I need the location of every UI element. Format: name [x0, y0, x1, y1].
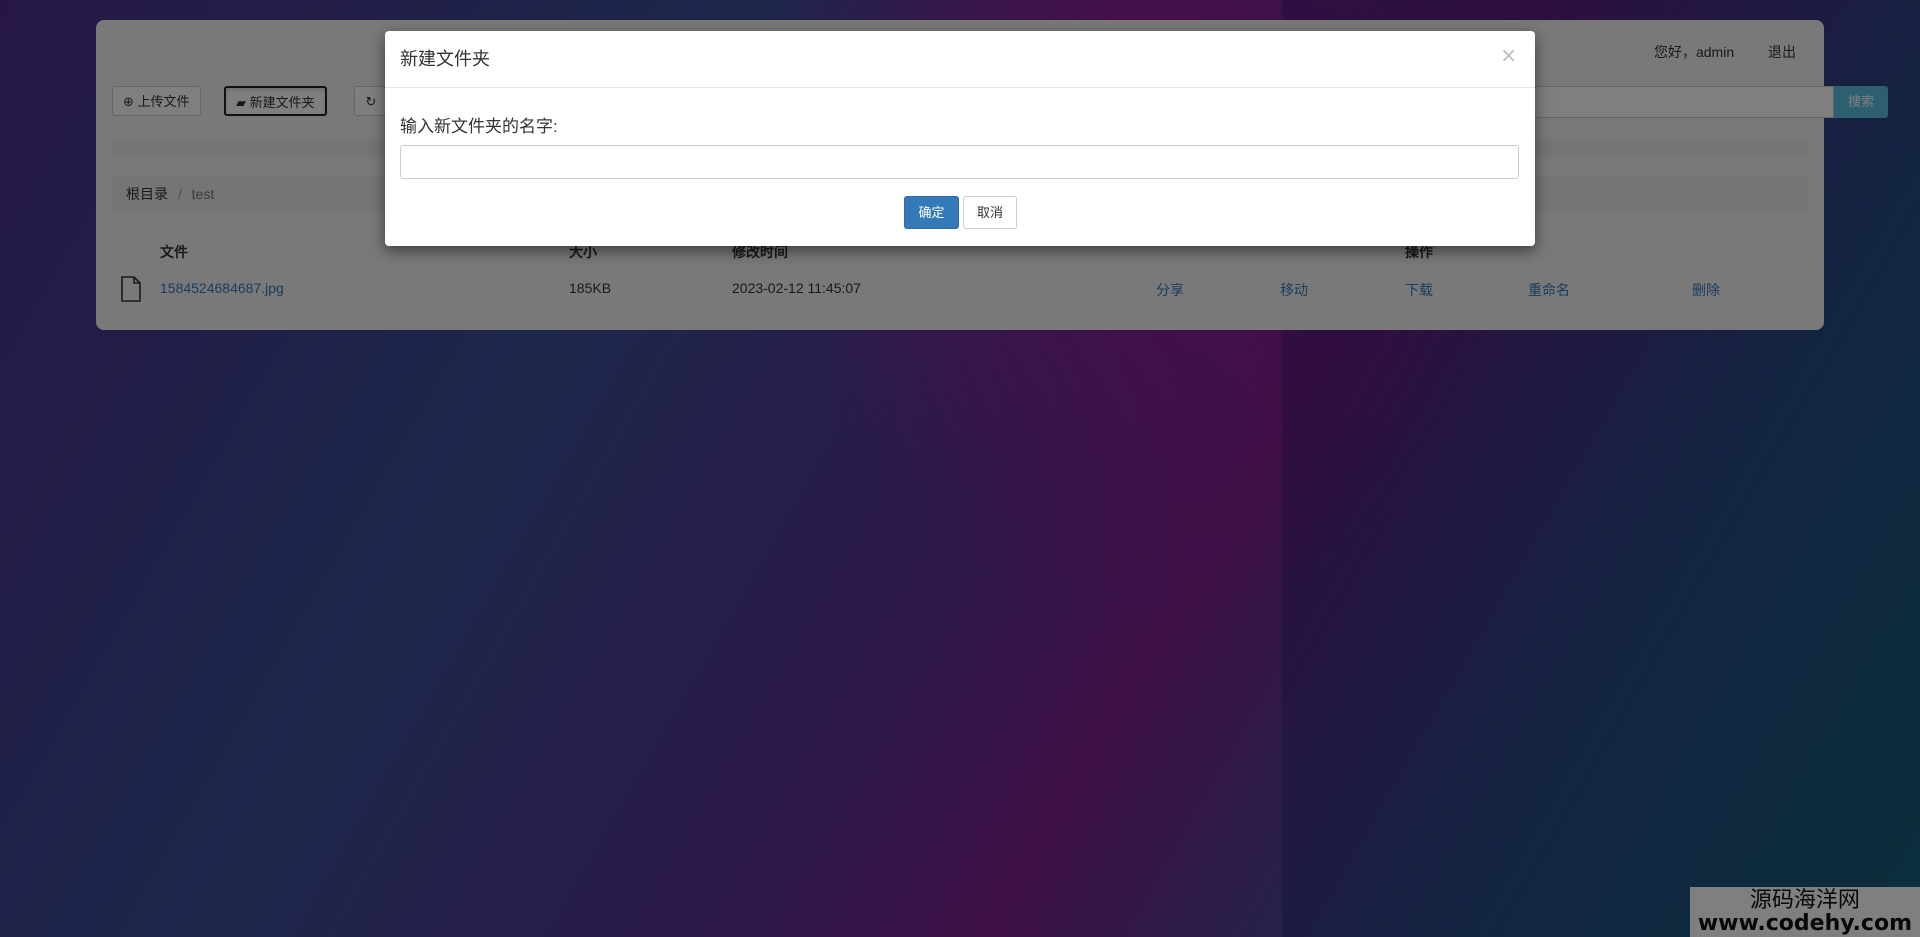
folder-name-input[interactable] — [400, 145, 1519, 179]
new-folder-dialog: 新建文件夹 × 输入新文件夹的名字: 确定 取消 — [385, 31, 1535, 246]
dialog-body: 输入新文件夹的名字: — [385, 88, 1535, 188]
dialog-header: 新建文件夹 × — [385, 31, 1535, 88]
folder-name-label: 输入新文件夹的名字: — [400, 117, 558, 136]
dialog-title: 新建文件夹 — [400, 49, 490, 69]
close-icon[interactable]: × — [1500, 43, 1517, 67]
confirm-button[interactable]: 确定 — [904, 196, 959, 229]
cancel-button[interactable]: 取消 — [963, 196, 1017, 229]
